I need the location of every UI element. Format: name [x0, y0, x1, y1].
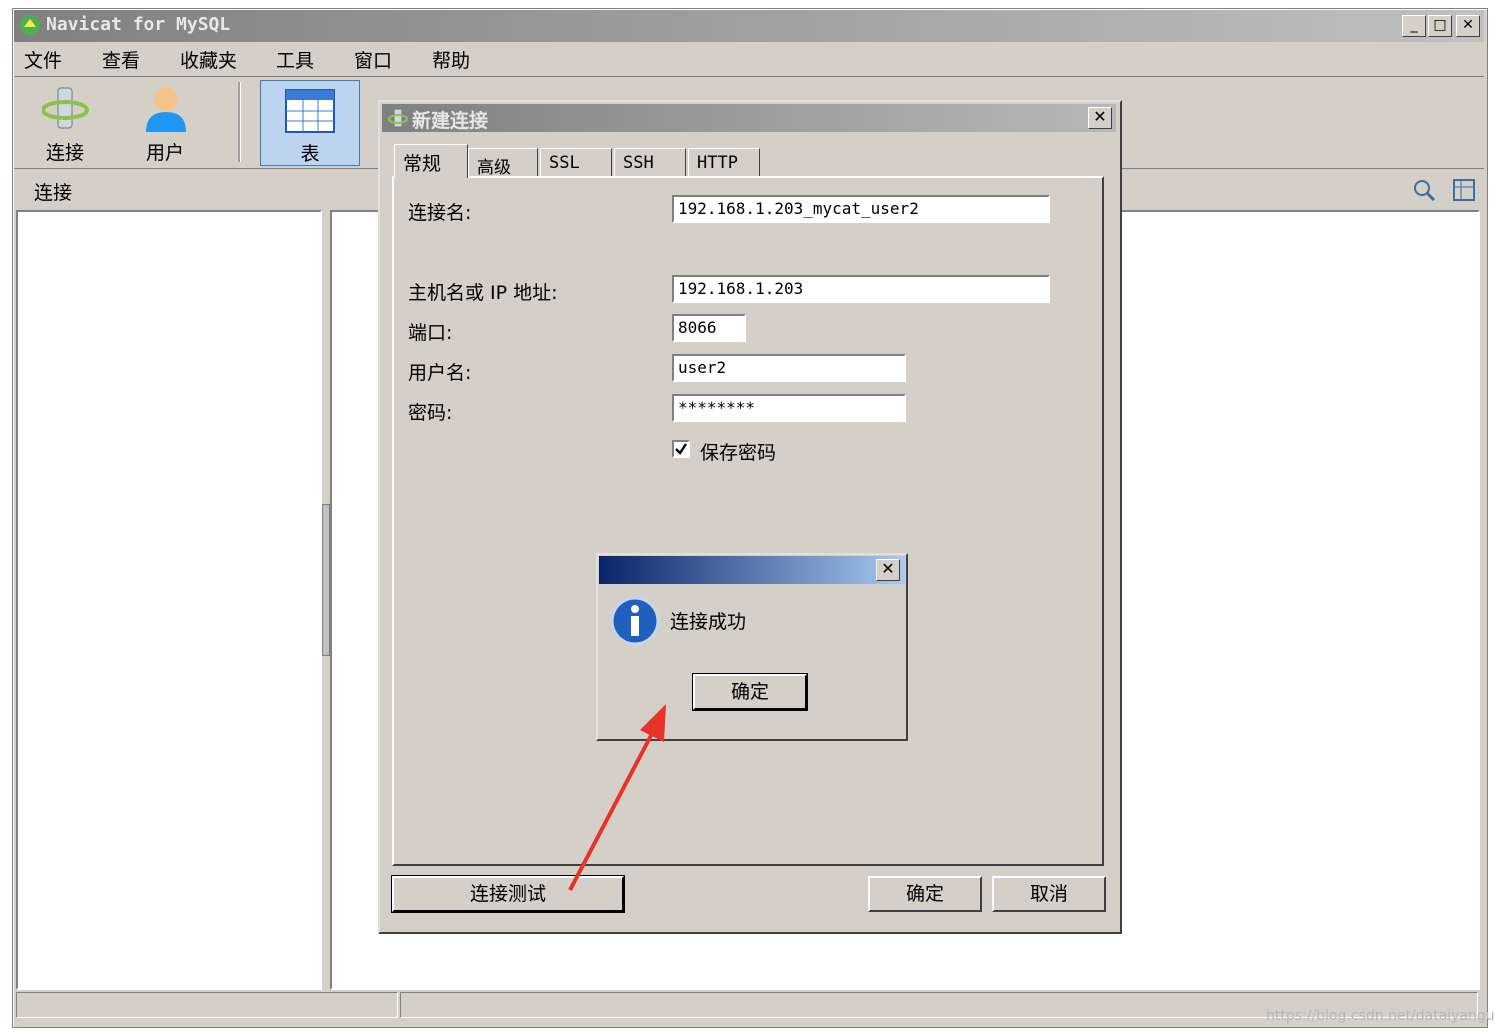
dialog-cancel-button[interactable]: 取消 — [992, 876, 1106, 912]
message-box-close-button[interactable]: ✕ — [876, 559, 900, 581]
dialog-title-bar — [382, 104, 1116, 132]
checkmark-icon — [675, 443, 687, 455]
grid-view-icon[interactable] — [1452, 178, 1476, 202]
message-text: 连接成功 — [670, 611, 747, 633]
tab-ssh[interactable]: SSH — [614, 148, 686, 176]
menu-favorites[interactable]: 收藏夹 — [180, 46, 237, 73]
navicat-logo-icon — [20, 15, 40, 35]
tab-advanced[interactable]: 高级 — [468, 148, 538, 178]
connections-tree-panel[interactable] — [16, 210, 322, 990]
toolbar-connect-button[interactable]: 连接 — [20, 82, 112, 164]
window-title: Navicat for MySQL — [46, 14, 231, 35]
host-label: 主机名或 IP 地址: — [408, 282, 558, 304]
connection-plug-icon — [42, 87, 89, 129]
menu-file[interactable]: 文件 — [24, 46, 62, 73]
username-label: 用户名: — [408, 362, 472, 384]
toolbar-user-label: 用户 — [145, 142, 184, 164]
splitter-handle[interactable] — [322, 504, 330, 656]
menu-help[interactable]: 帮助 — [432, 46, 470, 73]
annotation-arrow-icon — [568, 704, 666, 891]
username-input[interactable]: user2 — [672, 354, 906, 382]
connection-name-input[interactable]: 192.168.1.203_mycat_user2 — [672, 195, 1050, 223]
tab-http[interactable]: HTTP — [688, 148, 760, 176]
dialog-close-button[interactable]: ✕ — [1088, 107, 1112, 129]
toolbar-user-button[interactable]: 用户 — [120, 82, 212, 164]
connection-plug-icon — [388, 108, 408, 128]
toolbar-table-label: 表 — [300, 143, 320, 165]
menu-view[interactable]: 查看 — [102, 46, 140, 73]
table-icon — [285, 89, 335, 133]
save-password-label: 保存密码 — [700, 442, 777, 464]
sidebar-header: 连接 — [34, 182, 73, 204]
port-label: 端口: — [408, 322, 453, 344]
close-window-button[interactable]: ✕ — [1456, 15, 1480, 37]
save-password-checkbox[interactable] — [672, 440, 690, 458]
minimize-button[interactable]: _ — [1402, 15, 1426, 37]
dialog-title: 新建连接 — [412, 110, 489, 132]
password-label: 密码: — [408, 402, 453, 424]
tab-ssl[interactable]: SSL — [540, 148, 612, 176]
toolbar-table-button[interactable]: 表 — [260, 80, 360, 166]
watermark: https://blog.csdn.net/dataiyangu — [1266, 1008, 1495, 1024]
toolbar-connect-label: 连接 — [45, 142, 84, 164]
info-icon — [610, 596, 660, 646]
tab-general[interactable]: 常规 — [394, 144, 468, 178]
dialog-ok-button[interactable]: 确定 — [868, 876, 982, 912]
menu-tools[interactable]: 工具 — [276, 46, 314, 73]
menu-window[interactable]: 窗口 — [354, 46, 392, 73]
message-box-title-bar — [599, 556, 905, 584]
maximize-button[interactable]: □ — [1428, 15, 1452, 37]
password-input[interactable]: ******** — [672, 394, 906, 422]
host-input[interactable]: 192.168.1.203 — [672, 275, 1050, 303]
connection-name-label: 连接名: — [408, 202, 472, 224]
message-ok-button[interactable]: 确定 — [692, 673, 808, 711]
user-icon — [146, 87, 186, 132]
status-bar-left — [16, 992, 398, 1018]
title-bar — [14, 10, 1484, 42]
port-input[interactable]: 8066 — [672, 314, 746, 342]
search-icon[interactable] — [1412, 178, 1436, 202]
